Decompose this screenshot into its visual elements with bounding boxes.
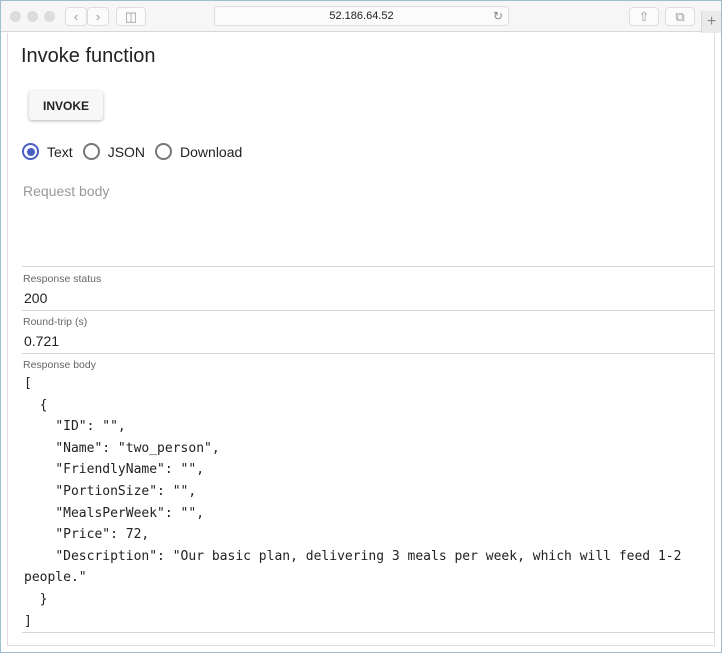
radio-text[interactable]: Text (22, 143, 73, 160)
reload-icon[interactable]: ↻ (493, 7, 503, 26)
radio-download[interactable]: Download (155, 143, 242, 160)
divider (22, 632, 714, 633)
divider (22, 353, 714, 354)
tabs-icon[interactable]: ⧉ (665, 7, 695, 26)
address-bar[interactable]: 52.186.64.52 ↻ (214, 6, 509, 26)
page-content: Invoke function INVOKE Text JSON Downloa… (7, 33, 715, 646)
share-icon[interactable]: ⇧ (629, 7, 659, 26)
browser-window: ‹ › ◫ 52.186.64.52 ↻ ⇧ ⧉ + Invoke functio… (0, 0, 722, 653)
roundtrip-value: 0.721 (24, 333, 60, 349)
new-tab-icon[interactable]: + (701, 11, 721, 33)
radio-unselected-icon[interactable] (82, 143, 100, 160)
format-radio-group: Text JSON Download (22, 143, 252, 160)
roundtrip-label: Round-trip (s) (23, 316, 88, 328)
response-body-label: Response body (23, 359, 96, 371)
divider (22, 310, 714, 311)
radio-json[interactable]: JSON (82, 143, 146, 160)
close-window-button[interactable] (10, 11, 21, 22)
sidebar-icon[interactable]: ◫ (116, 7, 146, 26)
radio-selected-icon[interactable] (22, 143, 39, 160)
url-text: 52.186.64.52 (329, 10, 394, 22)
radio-label: Download (180, 143, 243, 160)
response-status-label: Response status (23, 273, 102, 285)
radio-unselected-icon[interactable] (155, 143, 173, 160)
response-body: [ { "ID": "", "Name": "two_person", "Fri… (24, 376, 682, 629)
response-status-value: 200 (24, 290, 48, 306)
zoom-window-button[interactable] (44, 11, 55, 22)
forward-icon[interactable]: › (87, 7, 109, 26)
back-icon[interactable]: ‹ (65, 7, 87, 26)
divider (22, 266, 714, 267)
minimize-window-button[interactable] (27, 11, 38, 22)
page-title: Invoke function (21, 45, 156, 67)
invoke-button[interactable]: INVOKE (29, 91, 103, 120)
radio-label: JSON (107, 143, 146, 160)
radio-label: Text (47, 143, 73, 160)
browser-toolbar: ‹ › ◫ 52.186.64.52 ↻ ⇧ ⧉ + (1, 1, 721, 33)
request-body-input[interactable]: Request body (23, 183, 109, 199)
